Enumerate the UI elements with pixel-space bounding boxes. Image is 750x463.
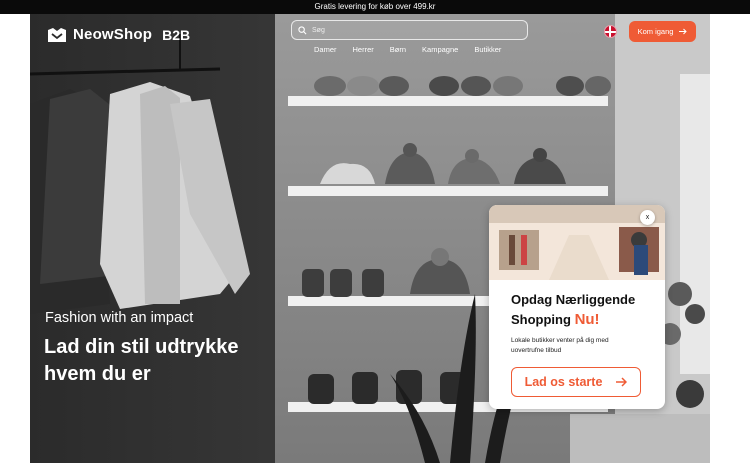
popup-body: Lokale butikker venter på dig med uovert… [511,337,609,354]
popup-title-main: Opdag Nærliggende Shopping [511,292,636,327]
brand-logo[interactable]: NeowShop B2B [47,26,190,43]
get-started-button[interactable]: Kom igang [629,21,696,42]
flag-cross-horizontal [605,31,616,33]
close-popup-button[interactable]: x [640,210,655,225]
search-bar[interactable] [291,20,528,40]
nav-item-butikker[interactable]: Butikker [474,45,501,54]
get-started-label: Kom igang [637,27,674,36]
popup-title-accent: Nu! [574,311,600,328]
nav-item-born[interactable]: Børn [390,45,406,54]
announcement-bar: Gratis levering for køb over 499.kr [0,0,750,14]
announcement-text: Gratis levering for køb over 499.kr [314,2,436,11]
nav-item-herrer[interactable]: Herrer [353,45,374,54]
flag-cross-vertical [609,26,611,37]
hero-section: NeowShop B2B Damer Herrer Børn Kampagne … [30,14,710,463]
brand-suffix: B2B [162,26,191,43]
store-interior-image [489,205,665,280]
search-icon [298,25,307,34]
nav-item-kampagne[interactable]: Kampagne [422,45,458,54]
arrow-right-icon [616,377,628,387]
search-input[interactable] [312,26,512,34]
neowshop-logo-icon [48,27,66,42]
denmark-flag-icon[interactable] [604,25,617,38]
nav-item-damer[interactable]: Damer [314,45,337,54]
arrow-right-icon [679,28,688,35]
popup-title: Opdag Nærliggende Shopping Nu! [511,290,661,330]
start-button-label: Lad os starte [524,375,603,389]
main-nav: Damer Herrer Børn Kampagne Butikker [314,45,517,54]
hero-headline: Lad din stil udtrykke hvem du er [44,336,239,385]
brand-name: NeowShop [73,26,153,43]
hero-tagline: Fashion with an impact [45,310,194,326]
nearby-shopping-popup: x Opdag Nærliggende Shopping Nu! Lokale … [489,205,665,409]
start-button[interactable]: Lad os starte [511,367,641,397]
